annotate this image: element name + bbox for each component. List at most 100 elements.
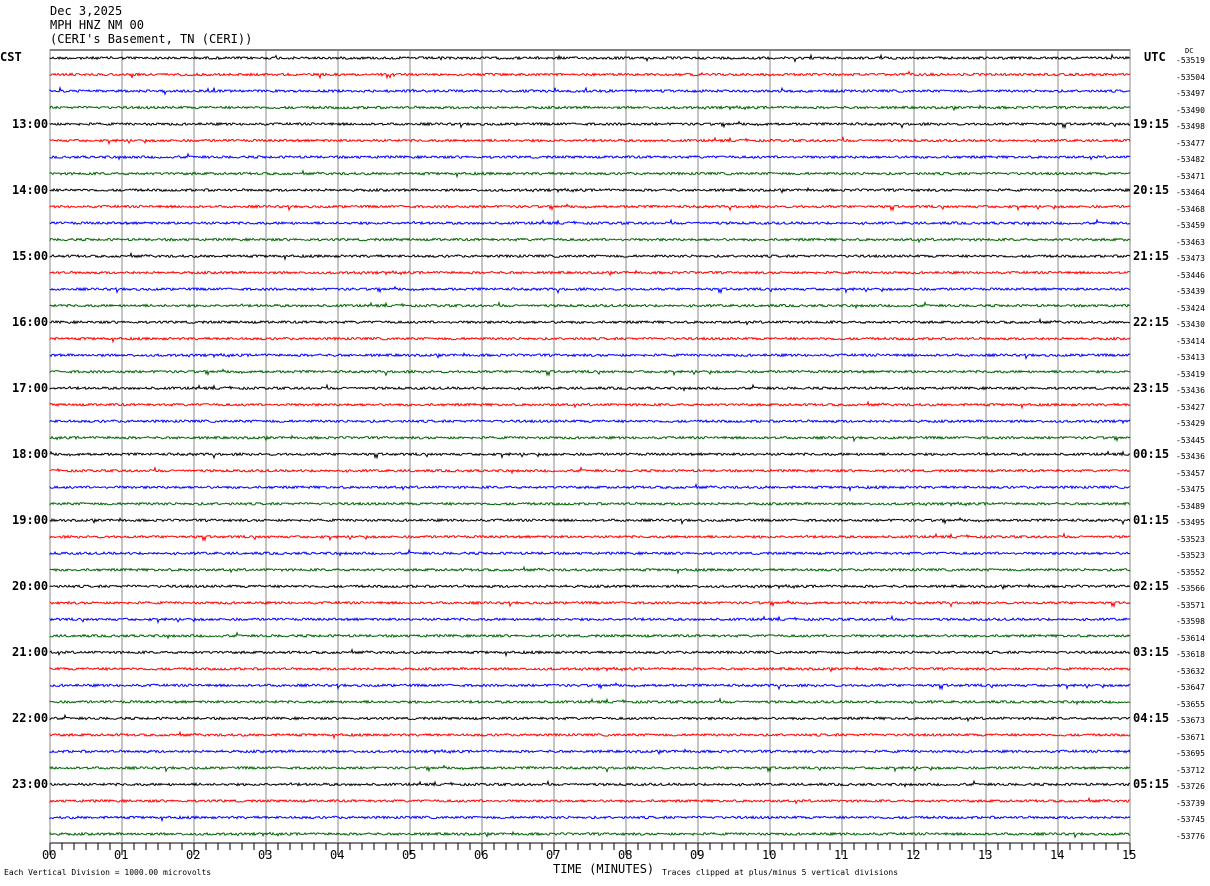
dc-offset-label: -53430 [1176, 320, 1205, 330]
dc-offset-label: -53424 [1176, 303, 1205, 313]
dc-offset-label: -53489 [1176, 501, 1205, 511]
left-axis-title: CST [0, 50, 22, 64]
seismic-trace [49, 285, 1131, 295]
seismic-trace [49, 336, 1131, 344]
seismic-trace [49, 532, 1131, 542]
dc-offset-label: -53519 [1176, 56, 1205, 65]
x-tick-label: 02 [186, 848, 201, 862]
x-tick-label: 08 [618, 848, 633, 862]
helicorder-plot [49, 49, 1131, 855]
scale-note: Each Vertical Division = 1000.00 microvo… [4, 868, 212, 877]
utc-hour-label: 23:15 [1133, 381, 1170, 396]
dc-offset-label: -53745 [1176, 815, 1205, 825]
dc-offset-label: -53473 [1176, 254, 1205, 264]
dc-offset-label: -53739 [1176, 798, 1205, 808]
seismic-trace [49, 614, 1131, 625]
dc-offset-label: -53419 [1176, 369, 1205, 379]
seismic-trace [49, 764, 1131, 774]
right-axis-title: UTC [1144, 50, 1166, 64]
dc-offset-label: -53523 [1176, 534, 1205, 544]
seismic-trace [49, 665, 1131, 673]
clip-note: Traces clipped at plus/minus 5 vertical … [662, 868, 899, 877]
x-tick-label: 09 [690, 848, 705, 862]
seismic-trace [49, 368, 1131, 377]
x-tick-label: 04 [330, 848, 345, 862]
dc-offset-label: -53618 [1176, 650, 1205, 660]
x-tick-label: 15 [1122, 848, 1137, 862]
dc-offset-label: -53459 [1176, 221, 1205, 231]
seismic-trace [49, 516, 1131, 526]
seismic-trace [49, 400, 1131, 410]
dc-offset-label: -53446 [1176, 270, 1205, 280]
dc-offset-label: -53490 [1176, 105, 1205, 115]
dc-offset-label: -53712 [1176, 765, 1205, 775]
seismic-trace [49, 466, 1131, 475]
cst-hour-label: 20:00 [12, 579, 49, 594]
dc-offset-label: -53475 [1176, 485, 1205, 495]
x-tick-label: 01 [114, 848, 129, 862]
x-tick-label: 14 [1050, 848, 1065, 862]
dc-offset-label: -53477 [1176, 138, 1205, 148]
dc-offset-label: -53413 [1176, 353, 1205, 363]
utc-hour-label: 00:15 [1133, 447, 1170, 462]
cst-hour-label: 16:00 [12, 315, 49, 330]
dc-offset-label: -53647 [1176, 683, 1205, 693]
seismic-trace [49, 351, 1131, 361]
seismic-trace [49, 269, 1131, 277]
seismic-trace [49, 218, 1131, 227]
seismic-trace [49, 152, 1131, 161]
x-tick-label: 07 [546, 848, 561, 862]
seismic-trace [49, 730, 1131, 740]
seismic-trace [49, 169, 1131, 179]
dc-offset-label: -53695 [1176, 749, 1205, 759]
seismic-trace [49, 713, 1131, 723]
seismic-trace [49, 681, 1131, 691]
cst-hour-label: 17:00 [12, 381, 49, 396]
seismic-trace [49, 482, 1131, 493]
seismic-trace [49, 697, 1131, 706]
dc-offset-label: -53468 [1176, 204, 1205, 214]
x-tick-label: 05 [402, 848, 417, 862]
seismic-trace [49, 796, 1130, 805]
dc-offset-label: -53471 [1176, 171, 1205, 181]
seismic-trace [49, 300, 1131, 310]
utc-hour-label: 02:15 [1133, 579, 1170, 594]
dc-offset-label: -53552 [1176, 567, 1205, 577]
seismic-trace [49, 548, 1131, 557]
cst-hour-label: 15:00 [12, 249, 49, 264]
utc-hour-label: 21:15 [1133, 249, 1170, 264]
utc-hour-label: 20:15 [1133, 183, 1170, 198]
dc-offset-label: -53464 [1176, 188, 1205, 198]
dc-offset-label: -53523 [1176, 551, 1205, 561]
utc-hour-label: 01:15 [1133, 513, 1170, 528]
seismic-trace [49, 583, 1131, 591]
dc-offset-label: -53457 [1176, 468, 1205, 478]
dc-offset-label: -53429 [1176, 419, 1205, 429]
dc-offset-label: -53571 [1176, 600, 1205, 610]
x-tick-label: 00 [42, 848, 57, 862]
seismic-trace [49, 237, 1131, 244]
cst-hour-label: 13:00 [12, 117, 49, 132]
seismic-trace [49, 104, 1131, 112]
seismic-trace [49, 53, 1131, 64]
dc-offset-label: -53482 [1176, 155, 1205, 165]
seismic-trace [49, 647, 1131, 658]
dc-offset-label: -53427 [1176, 402, 1205, 412]
seismic-trace [49, 120, 1131, 130]
cst-hour-label: 23:00 [12, 777, 49, 792]
dc-offset-label: -53726 [1176, 782, 1205, 792]
cst-hour-label: 22:00 [12, 711, 49, 726]
cst-hour-label: 18:00 [12, 447, 49, 462]
seismic-trace [49, 317, 1131, 326]
dc-offset-label: -53614 [1176, 633, 1205, 643]
seismic-trace [49, 830, 1131, 839]
seismic-trace [49, 186, 1131, 194]
x-tick-label: 06 [474, 848, 489, 862]
x-tick-label: 10 [762, 848, 777, 862]
dc-offset-label: -53414 [1176, 336, 1205, 346]
x-tick-label: 13 [978, 848, 993, 862]
utc-hour-label: 03:15 [1133, 645, 1170, 660]
seismic-trace [49, 450, 1131, 460]
dc-offset-label: -53566 [1176, 584, 1205, 594]
dc-offset-label: -53445 [1176, 435, 1205, 445]
